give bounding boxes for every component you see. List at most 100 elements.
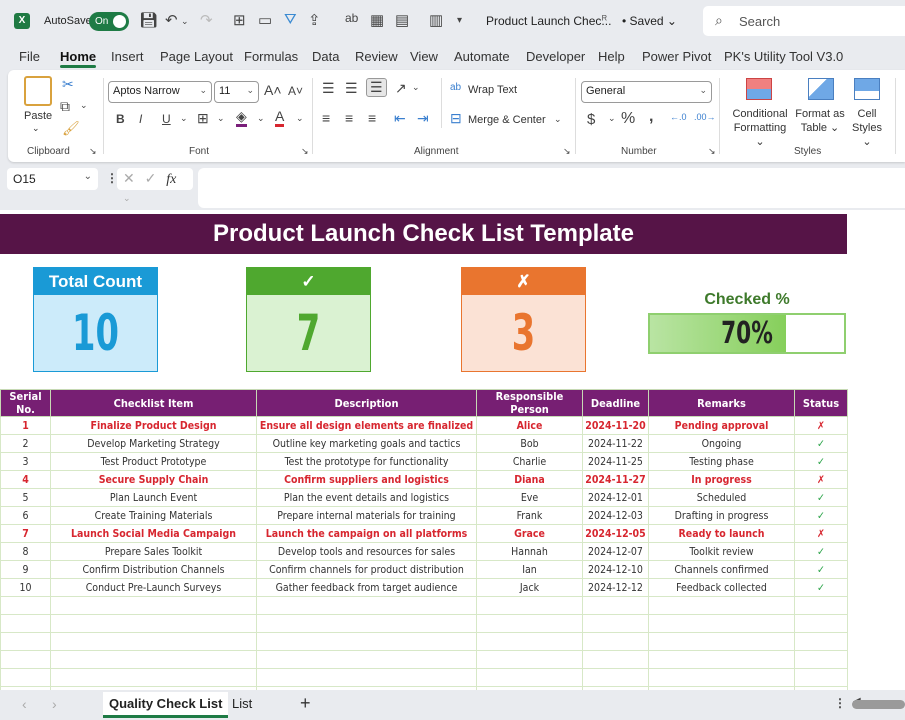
spelling-icon[interactable]: ab bbox=[345, 11, 358, 25]
calculator-icon[interactable]: ▥ bbox=[429, 11, 443, 29]
cell-checklist-item[interactable]: Conduct Pre-Launch Surveys bbox=[50, 578, 257, 597]
middle-align-icon[interactable]: ☰ bbox=[345, 80, 358, 97]
decrease-decimal-icon[interactable]: .00→ bbox=[694, 112, 716, 122]
cell-description[interactable]: Confirm suppliers and logistics bbox=[256, 470, 477, 489]
menu-automate[interactable]: Automate bbox=[454, 49, 510, 64]
cell-serial[interactable]: 10 bbox=[0, 578, 51, 597]
saved-status[interactable]: • Saved ⌄ bbox=[622, 14, 677, 28]
status-cross-icon[interactable]: ✗ bbox=[794, 524, 848, 543]
empty-cell[interactable] bbox=[794, 596, 848, 615]
undo-dropdown-icon[interactable]: ⌄ bbox=[181, 16, 189, 27]
cell-checklist-item[interactable]: Confirm Distribution Channels bbox=[50, 560, 257, 579]
empty-cell[interactable] bbox=[648, 596, 795, 615]
cell-description[interactable]: Develop tools and resources for sales bbox=[256, 542, 477, 561]
empty-cell[interactable] bbox=[648, 668, 795, 687]
empty-cell[interactable] bbox=[476, 632, 583, 651]
cell-description[interactable]: Test the prototype for functionality bbox=[256, 452, 477, 471]
empty-cell[interactable] bbox=[476, 668, 583, 687]
cell-responsible-person[interactable]: Eve bbox=[476, 488, 583, 507]
menu-review[interactable]: Review bbox=[355, 49, 398, 64]
italic-icon[interactable]: I bbox=[139, 112, 142, 126]
column-header-responsible-person[interactable]: Responsible Person bbox=[476, 389, 583, 417]
cell-responsible-person[interactable]: Diana bbox=[476, 470, 583, 489]
empty-cell[interactable] bbox=[50, 596, 257, 615]
cell-checklist-item[interactable]: Plan Launch Event bbox=[50, 488, 257, 507]
font-name-select[interactable]: Aptos Narrow ⌄ bbox=[108, 81, 212, 103]
increase-font-icon[interactable]: A˄ bbox=[264, 82, 282, 98]
empty-cell[interactable] bbox=[476, 596, 583, 615]
merge-center-button[interactable]: Merge & Center bbox=[468, 114, 546, 126]
cell-deadline[interactable]: 2024-12-01 bbox=[582, 488, 649, 507]
cell-remarks[interactable]: Drafting in progress bbox=[648, 506, 795, 525]
cell-serial[interactable]: 9 bbox=[0, 560, 51, 579]
empty-cell[interactable] bbox=[256, 632, 477, 651]
cell-serial[interactable]: 2 bbox=[0, 434, 51, 453]
cell-checklist-item[interactable]: Create Training Materials bbox=[50, 506, 257, 525]
autosave-toggle[interactable]: On bbox=[89, 12, 129, 31]
cell-serial[interactable]: 4 bbox=[0, 470, 51, 489]
menu-home[interactable]: Home bbox=[60, 49, 97, 68]
number-launcher-icon[interactable]: ↘ bbox=[708, 146, 716, 157]
column-header-status[interactable]: Status bbox=[794, 389, 848, 417]
column-header-description[interactable]: Description bbox=[256, 389, 477, 417]
wrap-text-icon[interactable]: ab bbox=[450, 82, 461, 93]
menu-file[interactable]: File bbox=[19, 49, 40, 64]
empty-cell[interactable] bbox=[582, 668, 649, 687]
paste-icon[interactable] bbox=[24, 76, 52, 106]
chevron-down-icon[interactable]: ⌄ bbox=[123, 193, 131, 203]
paste-dropdown-icon[interactable]: ⌄ bbox=[32, 123, 40, 134]
status-check-icon[interactable]: ✓ bbox=[794, 542, 848, 561]
filter-icon[interactable]: ⛛ bbox=[284, 11, 297, 28]
cell-remarks[interactable]: Pending approval bbox=[648, 416, 795, 435]
cell-responsible-person[interactable]: Jack bbox=[476, 578, 583, 597]
menu-view[interactable]: View bbox=[410, 49, 438, 64]
cell-remarks[interactable]: Ready to launch bbox=[648, 524, 795, 543]
decrease-indent-icon[interactable]: ⇤ bbox=[394, 110, 406, 127]
cell-serial[interactable]: 5 bbox=[0, 488, 51, 507]
menu-power-pivot[interactable]: Power Pivot bbox=[642, 49, 711, 64]
cell-deadline[interactable]: 2024-12-12 bbox=[582, 578, 649, 597]
empty-cell[interactable] bbox=[50, 668, 257, 687]
conditional-formatting-button[interactable]: Conditional Formatting ⌄ bbox=[730, 107, 790, 149]
menu-data[interactable]: Data bbox=[312, 49, 339, 64]
cell-deadline[interactable]: 2024-12-10 bbox=[582, 560, 649, 579]
empty-cell[interactable] bbox=[794, 614, 848, 633]
cell-deadline[interactable]: 2024-11-22 bbox=[582, 434, 649, 453]
prev-sheet-icon[interactable]: ‹ bbox=[22, 696, 27, 712]
copy-dropdown-icon[interactable]: ⌄ bbox=[80, 100, 88, 111]
status-cross-icon[interactable]: ✗ bbox=[794, 416, 848, 435]
save-icon[interactable]: 💾︎ bbox=[139, 11, 158, 29]
menu-page-layout[interactable]: Page Layout bbox=[160, 49, 233, 64]
cell-deadline[interactable]: 2024-12-03 bbox=[582, 506, 649, 525]
cell-serial[interactable]: 7 bbox=[0, 524, 51, 543]
cell-serial[interactable]: 1 bbox=[0, 416, 51, 435]
empty-cell[interactable] bbox=[648, 650, 795, 669]
font-color-icon[interactable]: A bbox=[275, 108, 285, 127]
status-check-icon[interactable]: ✓ bbox=[794, 578, 848, 597]
cell-checklist-item[interactable]: Finalize Product Design bbox=[50, 416, 257, 435]
cell-description[interactable]: Confirm channels for product distributio… bbox=[256, 560, 477, 579]
fill-color-dropdown-icon[interactable]: ⌄ bbox=[257, 113, 265, 124]
empty-cell[interactable] bbox=[0, 614, 51, 633]
redo-icon[interactable]: ↷ bbox=[200, 11, 213, 29]
status-check-icon[interactable]: ✓ bbox=[794, 434, 848, 453]
empty-cell[interactable] bbox=[256, 668, 477, 687]
empty-cell[interactable] bbox=[50, 650, 257, 669]
empty-cell[interactable] bbox=[0, 596, 51, 615]
empty-cell[interactable] bbox=[50, 632, 257, 651]
increase-indent-icon[interactable]: ⇥ bbox=[417, 110, 429, 127]
alignment-launcher-icon[interactable]: ↘ bbox=[563, 146, 571, 157]
empty-cell[interactable] bbox=[50, 614, 257, 633]
percent-icon[interactable]: % bbox=[621, 110, 635, 128]
cell-serial[interactable]: 6 bbox=[0, 506, 51, 525]
number-format-select[interactable]: General ⌄ bbox=[581, 81, 712, 103]
currency-icon[interactable]: $ bbox=[587, 111, 595, 128]
cell-checklist-item[interactable]: Test Product Prototype bbox=[50, 452, 257, 471]
menu-pk-utility[interactable]: PK's Utility Tool V3.0 bbox=[724, 49, 843, 64]
more-options-icon[interactable]: ⋮ bbox=[834, 696, 846, 710]
increase-decimal-icon[interactable]: ←.0 bbox=[670, 112, 687, 122]
empty-cell[interactable] bbox=[794, 632, 848, 651]
status-check-icon[interactable]: ✓ bbox=[794, 560, 848, 579]
cell-responsible-person[interactable]: Alice bbox=[476, 416, 583, 435]
form-icon[interactable]: ▤ bbox=[395, 11, 409, 29]
